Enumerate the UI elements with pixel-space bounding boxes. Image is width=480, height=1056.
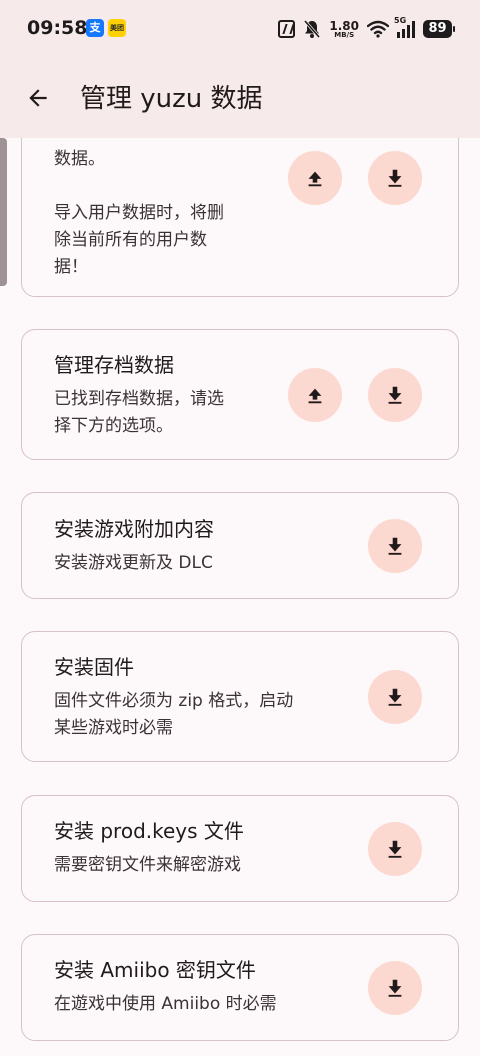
card-title: 安装 Amiibo 密钥文件	[54, 958, 256, 982]
install-prod-keys-card: 安装 prod.keys 文件 需要密钥文件来解密游戏	[21, 795, 459, 902]
install-amiibo-keys-card: 安装 Amiibo 密钥文件 在遊戏中使用 Amiibo 时必需	[21, 934, 459, 1041]
mute-bell-icon	[304, 20, 321, 38]
status-icons: 1.80 MB/S 5G 89	[278, 16, 455, 42]
back-button[interactable]	[16, 76, 60, 120]
card-description: 固件文件必须为 zip 格式，启动 某些游戏时必需	[54, 691, 294, 738]
install-icon	[388, 537, 402, 555]
export-saves-button[interactable]	[288, 368, 342, 422]
wifi-icon	[367, 20, 389, 38]
install-firmware-button[interactable]	[368, 670, 422, 724]
alipay-icon: 支	[86, 19, 104, 37]
install-icon	[388, 979, 402, 997]
install-addons-button[interactable]	[368, 519, 422, 573]
import-user-data-button[interactable]	[368, 151, 422, 205]
net-speed: 1.80 MB/S	[329, 20, 359, 39]
nfc-icon	[278, 20, 296, 38]
card-text: 安装游戏附加内容 安装游戏更新及 DLC	[54, 516, 214, 577]
scrollbar-thumb[interactable]	[0, 138, 7, 286]
card-description: 在遊戏中使用 Amiibo 时必需	[54, 994, 277, 1014]
arrow-back-icon	[29, 89, 47, 107]
install-icon	[388, 688, 402, 706]
battery-indicator: 89	[423, 20, 455, 38]
card-text: 安装 prod.keys 文件 需要密钥文件来解密游戏	[54, 818, 244, 879]
install-icon	[388, 840, 402, 858]
install-addons-card: 安装游戏附加内容 安装游戏更新及 DLC	[21, 492, 459, 599]
screen: 09:58 支 美团 1.80 MB/S 5G 89 管理 yuzu 数据 数据…	[0, 0, 480, 1056]
card-title: 安装游戏附加内容	[54, 517, 214, 541]
card-title: 安装固件	[54, 655, 134, 679]
manage-saves-card: 管理存档数据 已找到存档数据，请选 择下方的选项。	[21, 329, 459, 460]
settings-list[interactable]: 数据。 导入用户数据时，将删 除当前所有的用户数 据！ 管理存档数据 已找到存档…	[0, 138, 480, 1056]
net-speed-unit: MB/S	[334, 30, 355, 39]
status-time: 09:58	[27, 17, 88, 39]
network-type-label: 5G	[394, 16, 407, 25]
card-text: 安装固件 固件文件必须为 zip 格式，启动 某些游戏时必需	[54, 654, 293, 742]
card-description: 已找到存档数据，请选 择下方的选项。	[54, 389, 224, 436]
import-icon	[388, 386, 402, 404]
card-warning: 导入用户数据时，将删 除当前所有的用户数 据！	[54, 203, 224, 277]
card-text: 管理存档数据 已找到存档数据，请选 择下方的选项。	[54, 352, 224, 440]
export-icon	[308, 388, 322, 404]
card-description: 数据。	[54, 149, 105, 169]
import-icon	[388, 169, 402, 187]
install-amiibo-keys-button[interactable]	[368, 961, 422, 1015]
install-prod-keys-button[interactable]	[368, 822, 422, 876]
user-data-card: 数据。 导入用户数据时，将删 除当前所有的用户数 据！	[21, 138, 459, 297]
install-firmware-card: 安装固件 固件文件必须为 zip 格式，启动 某些游戏时必需	[21, 631, 459, 762]
export-icon	[308, 171, 322, 187]
import-saves-button[interactable]	[368, 368, 422, 422]
page-title: 管理 yuzu 数据	[80, 84, 263, 114]
net-speed-value: 1.80	[329, 18, 359, 33]
cell-signal-icon: 5G	[394, 16, 415, 38]
card-description: 安装游戏更新及 DLC	[54, 553, 213, 573]
status-bar: 09:58 支 美团 1.80 MB/S 5G 89	[0, 0, 480, 58]
card-description: 需要密钥文件来解密游戏	[54, 855, 241, 875]
meituan-icon: 美团	[108, 19, 126, 37]
app-bar: 管理 yuzu 数据	[0, 58, 480, 138]
export-user-data-button[interactable]	[288, 151, 342, 205]
card-title: 安装 prod.keys 文件	[54, 819, 244, 843]
card-title: 管理存档数据	[54, 353, 174, 377]
card-text: 数据。 导入用户数据时，将删 除当前所有的用户数 据！	[54, 146, 224, 281]
card-text: 安装 Amiibo 密钥文件 在遊戏中使用 Amiibo 时必需	[54, 957, 277, 1018]
